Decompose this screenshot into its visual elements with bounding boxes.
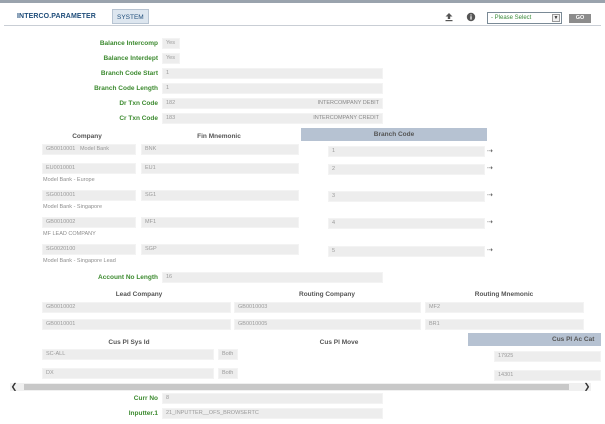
- company-name: Model Bank - Europe: [43, 177, 95, 183]
- routing-mnemonic-field[interactable]: MF2: [425, 302, 584, 313]
- branch-code-column-header[interactable]: Branch Code: [301, 128, 487, 141]
- expand-arrow-icon[interactable]: ⇢: [487, 219, 498, 226]
- dr-txn-description: INTERCOMPANY DEBIT: [317, 100, 379, 106]
- cus-pl-move-column-header: Cus Pl Move: [319, 339, 359, 346]
- account-no-length-label: Account No Length: [98, 274, 158, 281]
- curr-no-field[interactable]: 8: [162, 393, 383, 404]
- dr-txn-code-field[interactable]: 182 INTERCOMPANY DEBIT: [162, 98, 383, 109]
- cr-txn-code-label: Cr Txn Code: [119, 115, 158, 122]
- inputter-label: Inputter.1: [128, 410, 158, 417]
- cus-pl-sys-id-column-header: Cus Pl Sys Id: [108, 339, 150, 346]
- branch-code-field[interactable]: 1: [328, 146, 485, 157]
- company-name: Model Bank - Singapore Lead: [43, 258, 116, 264]
- cr-txn-code-field[interactable]: 183 INTERCOMPANY CREDIT: [162, 113, 383, 124]
- scroll-left-icon[interactable]: ❮: [10, 383, 18, 391]
- scrollbar-thumb[interactable]: [24, 384, 569, 390]
- action-select[interactable]: - Please Select ▼: [487, 12, 562, 24]
- record-form: Balance Intercomp Yes Balance Interdept …: [4, 27, 601, 422]
- lead-company-field[interactable]: GB0010001: [42, 319, 231, 330]
- cus-pl-ac-cat-field[interactable]: 17925: [494, 351, 601, 362]
- select-value: - Please Select: [491, 15, 532, 21]
- company-column-header: Company: [72, 133, 102, 140]
- account-no-length-field[interactable]: 16: [162, 272, 383, 283]
- company-name: MF LEAD COMPANY: [43, 231, 96, 237]
- expand-arrow-icon[interactable]: ⇢: [487, 148, 498, 155]
- branch-code-field[interactable]: 5: [328, 246, 485, 257]
- dr-txn-code-label: Dr Txn Code: [119, 100, 158, 107]
- lead-company-field[interactable]: GB0010002: [42, 302, 231, 313]
- cus-pl-ac-cat-column-header[interactable]: Cus Pl Ac Cat: [468, 333, 601, 346]
- branch-code-length-field[interactable]: 1: [162, 83, 383, 94]
- cus-pl-sys-id-field[interactable]: SC-ALL: [42, 349, 214, 360]
- cr-txn-description: INTERCOMPANY CREDIT: [313, 115, 379, 121]
- balance-intercomp-label: Balance Intercomp: [99, 40, 158, 47]
- inputter-field[interactable]: 21_INPUTTER__OFS_BROWSERTC: [162, 408, 383, 419]
- fin-mnemonic-column-header: Fin Mnemonic: [197, 133, 241, 140]
- info-icon[interactable]: [466, 12, 476, 22]
- company-field[interactable]: SG0010001: [42, 190, 136, 201]
- company-name: Model Bank - Singapore: [43, 204, 103, 210]
- cus-pl-move-field[interactable]: Both: [218, 349, 238, 360]
- page-title: INTERCO.PARAMETER: [17, 13, 96, 20]
- fin-mnemonic-field[interactable]: MF1: [141, 217, 299, 228]
- fin-mnemonic-field[interactable]: BNK: [141, 144, 299, 155]
- expand-arrow-icon[interactable]: ⇢: [487, 247, 498, 254]
- company-field[interactable]: GB0010002: [42, 217, 136, 228]
- cus-pl-ac-cat-field[interactable]: 14301: [494, 370, 601, 381]
- fin-mnemonic-field[interactable]: SGP: [141, 244, 299, 255]
- expand-arrow-icon[interactable]: ⇢: [487, 165, 498, 172]
- routing-company-column-header: Routing Company: [299, 291, 355, 298]
- lead-company-column-header: Lead Company: [115, 291, 163, 298]
- chevron-down-icon[interactable]: ▼: [552, 14, 560, 22]
- branch-code-field[interactable]: 2: [328, 164, 485, 175]
- window-top-border: [0, 0, 605, 3]
- fin-mnemonic-field[interactable]: SG1: [141, 190, 299, 201]
- routing-company-field[interactable]: GB0010005: [234, 319, 421, 330]
- cus-pl-sys-id-field[interactable]: DX: [42, 368, 214, 379]
- upload-icon[interactable]: [444, 12, 454, 22]
- balance-interdept-label: Balance Interdept: [103, 55, 158, 62]
- fin-mnemonic-field[interactable]: EU1: [141, 163, 299, 174]
- horizontal-scrollbar[interactable]: ❮ ❯: [10, 383, 591, 391]
- routing-company-field[interactable]: GB0010003: [234, 302, 421, 313]
- scroll-right-icon[interactable]: ❯: [583, 383, 591, 391]
- branch-code-start-field[interactable]: 1: [162, 68, 383, 79]
- curr-no-label: Curr No: [133, 395, 158, 402]
- go-button[interactable]: GO: [569, 14, 591, 23]
- expand-arrow-icon[interactable]: ⇢: [487, 192, 498, 199]
- routing-mnemonic-column-header: Routing Mnemonic: [474, 291, 534, 298]
- branch-code-start-label: Branch Code Start: [100, 70, 158, 77]
- system-tag[interactable]: SYSTEM: [112, 9, 149, 24]
- company-field[interactable]: EU0010001: [42, 163, 136, 174]
- header-bar: INTERCO.PARAMETER SYSTEM - Please Select…: [4, 4, 601, 26]
- branch-code-field[interactable]: 3: [328, 191, 485, 202]
- branch-code-length-label: Branch Code Length: [94, 85, 158, 92]
- company-field[interactable]: SG0020100: [42, 244, 136, 255]
- company-field[interactable]: GB0010001 Model Bank: [42, 144, 136, 155]
- balance-interdept-field[interactable]: Yes: [162, 53, 180, 64]
- balance-intercomp-field[interactable]: Yes: [162, 38, 180, 49]
- cus-pl-move-field[interactable]: Both: [218, 368, 238, 379]
- branch-code-field[interactable]: 4: [328, 218, 485, 229]
- routing-mnemonic-field[interactable]: BR1: [425, 319, 584, 330]
